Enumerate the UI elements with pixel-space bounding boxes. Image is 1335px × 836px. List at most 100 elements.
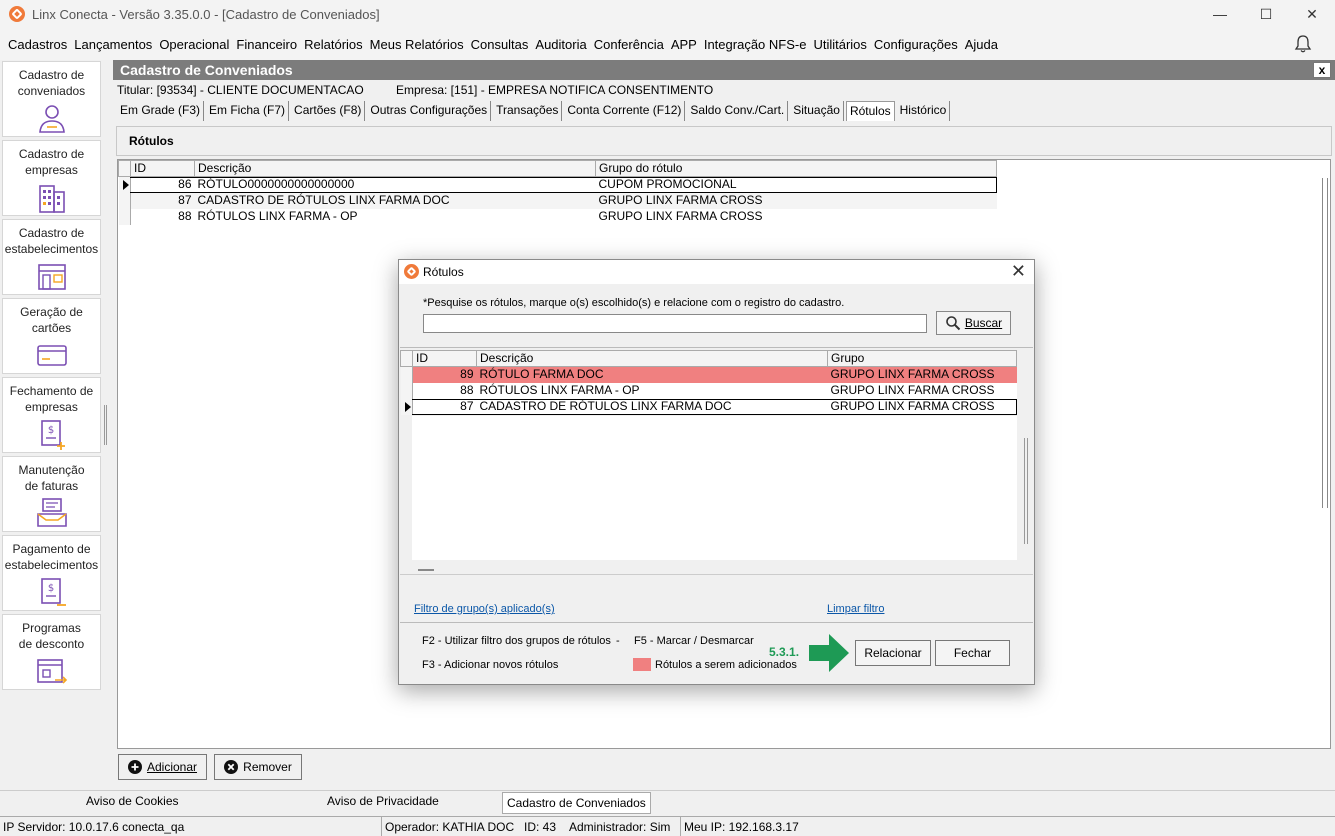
clear-filter-link[interactable]: Limpar filtro — [827, 603, 884, 615]
tab-situacao[interactable]: Situação — [790, 101, 844, 121]
menu-auditoria[interactable]: Auditoria — [533, 37, 588, 52]
table-row[interactable]: 87 CADASTRO DE RÓTULOS LINX FARMA DOC GR… — [118, 192, 997, 209]
menu-conferencia[interactable]: Conferência — [592, 37, 666, 52]
sidebar-item-label: cartões — [31, 321, 72, 335]
sidebar-item-cadastro-estabelecimentos[interactable]: Cadastro de estabelecimentos — [2, 219, 101, 295]
sidebar-item-geracao-cartoes[interactable]: Geração de cartões — [2, 298, 101, 374]
user-icon — [38, 105, 65, 133]
notification-bell-icon[interactable] — [1293, 34, 1313, 54]
card-icon — [36, 345, 67, 366]
dialog-grid-vertical-scrollbar[interactable] — [1024, 438, 1028, 544]
column-header-descricao[interactable]: Descrição — [476, 350, 828, 367]
menu-ajuda[interactable]: Ajuda — [963, 37, 1000, 52]
cell-descricao: RÓTULO0000000000000000 — [197, 177, 355, 192]
add-button[interactable]: Adicionar — [118, 754, 207, 780]
sidebar-item-pagamento-estabelecimentos[interactable]: Pagamento de estabelecimentos $ — [2, 535, 101, 611]
sidebar-splitter[interactable] — [104, 405, 107, 445]
panel-title: Cadastro de Conveniados — [113, 60, 1335, 80]
dialog-title-bar: Rótulos ✕ — [399, 260, 1034, 284]
dialog-grid-area: ID Descrição Grupo 89 RÓTULO FARMA DOC G… — [400, 350, 1033, 575]
discount-icon — [36, 659, 67, 684]
status-admin: Administrador: Sim — [569, 820, 671, 834]
menu-configuracoes[interactable]: Configurações — [872, 37, 960, 52]
maximize-button[interactable]: ☐ — [1243, 0, 1289, 28]
menu-utilitarios[interactable]: Utilitários — [811, 37, 868, 52]
column-header-descricao[interactable]: Descrição — [194, 160, 596, 177]
dialog-close-button[interactable]: ✕ — [1011, 261, 1026, 282]
rotulos-grid: ID Descrição Grupo do rótulo 86 RÓTULO00… — [118, 160, 997, 225]
sidebar-item-fechamento-empresas[interactable]: Fechamento de empresas $ — [2, 377, 101, 453]
menu-financeiro[interactable]: Financeiro — [234, 37, 299, 52]
tab-bar: Em Grade (F3) Em Ficha (F7) Cartões (F8)… — [117, 101, 952, 121]
document-tabs: Aviso de Cookies Aviso de Privacidade Ca… — [0, 790, 1335, 814]
tab-outras-configuracoes[interactable]: Outras Configurações — [367, 101, 492, 121]
grid-vertical-scrollbar[interactable] — [1322, 178, 1328, 508]
legend-label: Rótulos a serem adicionados — [655, 659, 797, 671]
status-operator: Operador: KATHIA DOC — [385, 820, 515, 834]
rotulos-dialog: Rótulos ✕ *Pesquise os rótulos, marque o… — [398, 259, 1035, 685]
tab-saldo-conv-cart[interactable]: Saldo Conv./Cart. — [687, 101, 789, 121]
menu-consultas[interactable]: Consultas — [469, 37, 531, 52]
doc-tab-aviso-privacidade[interactable]: Aviso de Privacidade — [327, 794, 439, 808]
table-row[interactable]: 89 RÓTULO FARMA DOC GRUPO LINX FARMA CRO… — [400, 366, 1017, 383]
tab-rotulos[interactable]: Rótulos — [845, 101, 895, 121]
status-ip: Meu IP: 192.168.3.17 — [684, 820, 799, 834]
dialog-grid-horizontal-scrollbar[interactable] — [418, 569, 434, 571]
search-button-label: Buscar — [964, 316, 1003, 330]
sidebar-item-label: empresas — [25, 163, 78, 177]
green-arrow-icon — [809, 634, 849, 672]
cell-grupo: GRUPO LINX FARMA CROSS — [598, 209, 763, 223]
table-row[interactable]: 86 RÓTULO0000000000000000 CUPOM PROMOCIO… — [118, 176, 997, 193]
sidebar-item-cadastro-empresas[interactable]: Cadastro de empresas — [2, 140, 101, 216]
doc-tab-cadastro-conveniados[interactable]: Cadastro de Conveniados — [502, 792, 651, 814]
sidebar-item-label: Cadastro de — [18, 147, 85, 161]
panel-close-button[interactable]: x — [1313, 62, 1331, 78]
search-button[interactable]: Buscar — [936, 311, 1011, 335]
cell-id: 88 — [460, 383, 474, 397]
row-indicator-header — [400, 350, 413, 367]
menu-relatorios[interactable]: Relatórios — [302, 37, 365, 52]
cell-descricao: RÓTULOS LINX FARMA - OP — [479, 383, 640, 397]
sidebar-item-label: Programas — [22, 621, 81, 635]
dialog-close-action-button[interactable]: Fechar — [935, 640, 1010, 666]
table-row[interactable]: 88 RÓTULOS LINX FARMA - OP GRUPO LINX FA… — [400, 382, 1017, 399]
tab-em-ficha[interactable]: Em Ficha (F7) — [206, 101, 290, 121]
tab-em-grade[interactable]: Em Grade (F3) — [117, 101, 205, 121]
filter-applied-link[interactable]: Filtro de grupo(s) aplicado(s) — [414, 603, 555, 615]
menu-app[interactable]: APP — [669, 37, 699, 52]
tab-cartoes[interactable]: Cartões (F8) — [291, 101, 366, 121]
table-row[interactable]: 88 RÓTULOS LINX FARMA - OP GRUPO LINX FA… — [118, 208, 997, 225]
table-row[interactable]: 87 CADASTRO DE RÓTULOS LINX FARMA DOC GR… — [400, 398, 1017, 415]
tab-transacoes[interactable]: Transações — [493, 101, 563, 121]
sidebar-item-programas-desconto[interactable]: Programas de desconto — [2, 614, 101, 690]
menu-lancamentos[interactable]: Lançamentos — [72, 37, 154, 52]
column-header-id[interactable]: ID — [130, 160, 195, 177]
remove-button[interactable]: Remover — [214, 754, 302, 780]
menu-operacional[interactable]: Operacional — [157, 37, 231, 52]
add-button-label: Adicionar — [146, 760, 198, 774]
dialog-search-area: *Pesquise os rótulos, marque o(s) escolh… — [400, 285, 1033, 348]
magnifier-icon — [946, 316, 961, 331]
sidebar-item-label: Manutenção — [18, 463, 85, 477]
doc-tab-aviso-cookies[interactable]: Aviso de Cookies — [86, 794, 179, 808]
menu-meus-relatorios[interactable]: Meus Relatórios — [368, 37, 466, 52]
tab-historico[interactable]: Histórico — [897, 101, 951, 121]
relate-button[interactable]: Relacionar — [855, 640, 931, 666]
sidebar-item-label: de faturas — [24, 479, 79, 493]
search-input[interactable] — [423, 314, 927, 333]
close-window-button[interactable]: ✕ — [1289, 0, 1335, 28]
menu-integracao-nfse[interactable]: Integração NFS-e — [702, 37, 809, 52]
sidebar-item-manutencao-faturas[interactable]: Manutenção de faturas — [2, 456, 101, 532]
minimize-button[interactable]: — — [1197, 0, 1243, 28]
cell-grupo: GRUPO LINX FARMA CROSS — [830, 367, 995, 382]
tab-conta-corrente[interactable]: Conta Corrente (F12) — [564, 101, 686, 121]
menu-cadastros[interactable]: Cadastros — [6, 37, 69, 52]
column-header-id[interactable]: ID — [412, 350, 477, 367]
cell-descricao: CADASTRO DE RÓTULOS LINX FARMA DOC — [197, 193, 450, 207]
titular-label: Titular: [93534] - CLIENTE DOCUMENTACAO — [117, 83, 364, 97]
sidebar-item-cadastro-conveniados[interactable]: Cadastro de conveniados — [2, 61, 101, 137]
column-header-grupo[interactable]: Grupo do rótulo — [595, 160, 997, 177]
column-header-grupo[interactable]: Grupo — [827, 350, 1017, 367]
cell-descricao: RÓTULOS LINX FARMA - OP — [197, 209, 358, 223]
sidebar: Cadastro de conveniados Cadastro de empr… — [0, 60, 103, 790]
